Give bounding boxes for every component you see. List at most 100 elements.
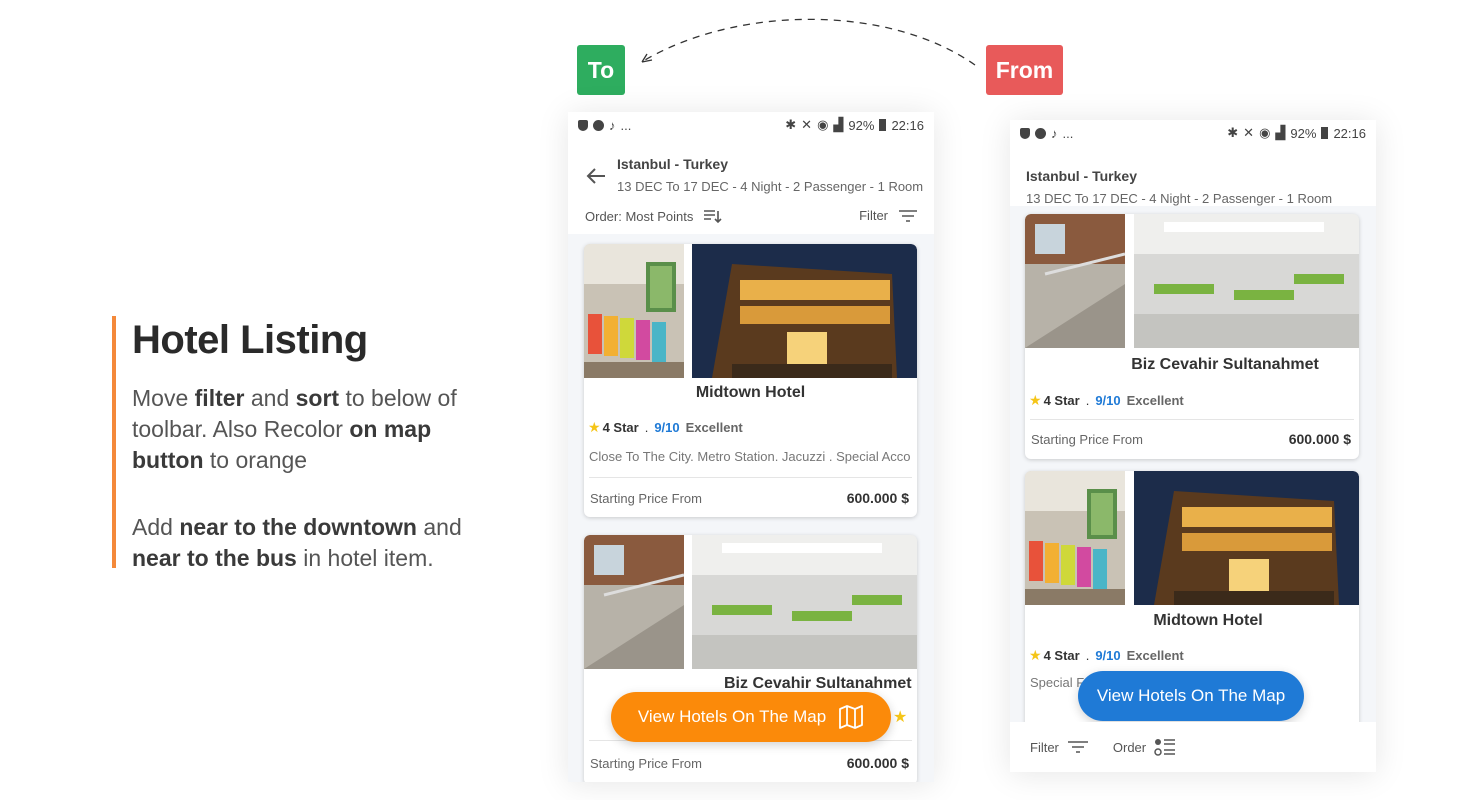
filter-label: Filter [859,208,888,223]
separator: . [644,420,649,435]
from-tag: From [986,45,1063,95]
star-count: 4 Star [602,420,639,435]
filter-label: Filter [1030,739,1059,755]
card-divider [589,477,912,478]
star-icon: ★ [588,419,601,435]
transition-arrow-icon [641,18,976,66]
status-more: ... [620,117,632,133]
star-icon: ★ [1029,647,1042,663]
price: 600.000 $ [846,755,909,771]
order-label: Order [1112,739,1147,755]
hotel-image-exterior [1134,471,1359,605]
shield-icon [578,119,588,131]
header-details: 13 DEC To 17 DEC - 4 Night - 2 Passenger… [617,179,924,194]
price: 600.000 $ [1288,431,1351,447]
score: 9/10 [1095,648,1121,663]
bluetooth-icon: ✱ [1227,125,1239,140]
alarm-icon: ◉ [1259,125,1271,140]
hotel-name: Midtown Hotel [1153,612,1263,629]
map-icon [839,705,864,729]
hotel-name: Biz Cevahir Sultanahmet [1131,356,1319,373]
battery-level: 92% [848,117,875,133]
order-icon [1154,739,1176,756]
body-text: and [416,514,462,540]
score-label: Excellent [1126,648,1184,663]
score-label: Excellent [685,420,743,435]
signal-icon: ▟ [833,117,844,132]
hotel-card-biz[interactable]: Biz Cevahir Sultanahmet ★ 4 Star . 9/10 … [1025,214,1359,459]
body-text: in hotel item. [296,545,434,571]
battery-level: 92% [1290,125,1317,141]
hotel-rating: ★ 4 Star . 9/10 Excellent [1029,647,1184,664]
separator: . [1085,393,1090,408]
hotel-card-biz[interactable]: Biz Cevahir Sultanahmet Starting Price F… [584,535,917,782]
alarm-icon: ◉ [817,117,829,132]
mute-icon: ✕ [1243,125,1255,140]
hotel-rating: ★ 4 Star . 9/10 Excellent [1029,392,1184,409]
body-text: Add [132,514,180,540]
status-more: ... [1062,125,1074,141]
app-icon [593,119,604,131]
hotel-features: Close To The City. Metro Station. Jacuzz… [589,449,911,464]
card-divider [1030,419,1354,420]
score: 9/10 [1095,393,1121,408]
hotel-image-terrace [1025,214,1125,348]
emphasis-text: filter [194,385,245,411]
body-text: Move [132,385,195,411]
view-map-button[interactable]: View Hotels On The Map [1078,671,1304,721]
to-tag: To [577,45,625,95]
filter-button[interactable]: Filter [1030,740,1089,755]
clock: 22:16 [891,117,924,133]
description-title: Hotel Listing [132,318,368,362]
status-bar: ♪... ✱ ✕ ◉ ▟ 92% 22:16 [1010,120,1376,146]
bottom-bar: Filter Order [1010,722,1376,772]
order-button[interactable]: Order [1113,737,1176,757]
hotel-name: Midtown Hotel [695,384,806,401]
star-count: 4 Star [1043,648,1080,663]
header-city: Istanbul - Turkey [1026,168,1137,184]
price-label: Starting Price From [590,491,702,506]
sort-icon [704,210,722,224]
body-text: and [244,385,296,411]
filter-icon [899,209,917,222]
hotel-image-restaurant [692,535,917,669]
battery-icon [879,119,887,131]
back-arrow-icon[interactable] [584,164,608,188]
filter-button[interactable]: Filter [859,208,918,223]
mute-icon: ✕ [801,117,813,132]
header-city: Istanbul - Turkey [617,156,728,172]
filter-icon [1067,741,1088,753]
bluetooth-icon: ✱ [785,117,797,132]
hotel-image-exterior [692,244,917,378]
hotel-rating: ★ 4 Star . 9/10 Excellent [588,419,743,436]
sort-label: Order: Most Points [585,208,694,224]
score: 9/10 [654,420,680,435]
body-text: to orange [203,447,308,473]
price-label: Starting Price From [590,756,702,771]
emphasis-text: sort [295,385,340,411]
emphasis-text: near to the bus [132,545,297,571]
description-accent-bar [112,316,116,568]
view-map-button[interactable]: View Hotels On The Map [611,692,891,742]
sort-button[interactable]: Order: Most Points [585,208,723,224]
phone-before: ♪... ✱ ✕ ◉ ▟ 92% 22:16 Istanbul - Turkey 13 D… [1010,120,1376,772]
price: 600.000 $ [846,490,909,506]
separator: . [1085,648,1090,663]
hotel-image-terrace [584,535,684,669]
hotel-card-midtown[interactable]: Midtown Hotel ★ 4 Star . 9/10 Excellent … [584,244,917,517]
phone-after: ♪... ✱ ✕ ◉ ▟ 92% 22:16 Istanbul - Turkey 13 D… [568,112,934,782]
music-icon: ♪ [609,117,616,133]
app-icon [1035,127,1046,139]
description-paragraph-2: Add near to the downtown and near to the… [132,512,492,574]
view-map-label: View Hotels On The Map [1096,686,1286,705]
battery-icon [1321,127,1329,139]
star-icon: ★ [1029,392,1042,408]
star-icon: ★ [893,709,908,726]
clock: 22:16 [1333,125,1366,141]
signal-icon: ▟ [1275,125,1286,140]
hotel-features: Special F [1030,675,1085,690]
description-paragraph-1: Move filter and sort to below of toolbar… [132,383,492,476]
emphasis-text: near to the downtown [179,514,417,540]
shield-icon [1020,127,1030,139]
hotel-image-restaurant [1134,214,1359,348]
